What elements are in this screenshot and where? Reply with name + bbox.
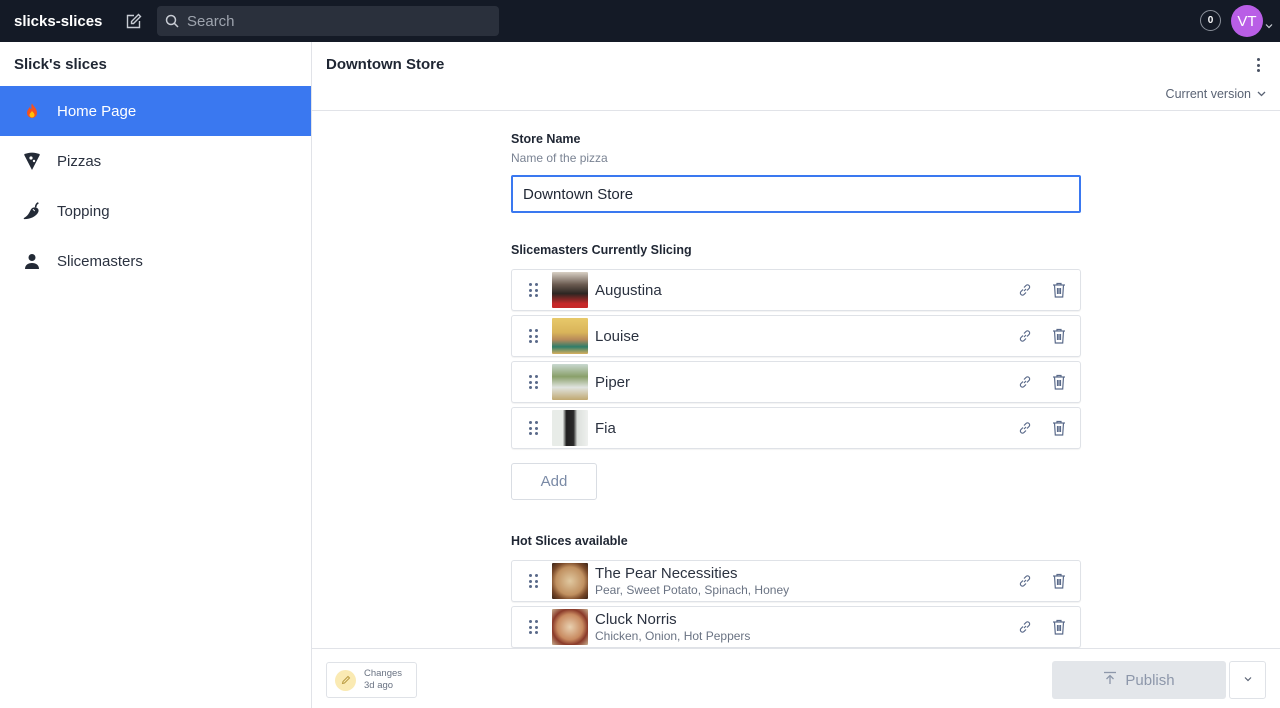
sidebar-title: Slick's slices [14,56,107,73]
document-header: Downtown Store Current version [312,42,1280,111]
drag-handle-icon[interactable] [529,620,539,634]
compose-icon[interactable] [124,12,142,30]
more-options-icon[interactable] [1252,56,1264,74]
trash-icon[interactable] [1050,281,1068,299]
link-icon[interactable] [1016,419,1034,437]
slicemaster-name: Louise [595,327,640,345]
list-item[interactable]: Louise [511,315,1081,357]
link-icon[interactable] [1016,327,1034,345]
changes-time: 3d ago [364,680,394,691]
fire-icon [22,101,42,121]
store-name-label: Store Name [511,132,581,146]
pizza-photo [552,563,588,599]
sidebar-item-pizzas[interactable]: Pizzas [0,136,311,186]
publish-button[interactable]: Publish [1052,661,1226,699]
link-icon[interactable] [1016,618,1034,636]
drag-handle-icon[interactable] [529,421,539,435]
document-pane: Downtown Store Current version Store Nam… [312,42,1280,708]
chevron-down-icon [1243,671,1253,689]
pizza-photo [552,609,588,645]
pepper-icon [22,201,42,221]
slicemaster-photo [552,364,588,400]
link-icon[interactable] [1016,373,1034,391]
sidebar-item-topping[interactable]: Topping [0,186,311,236]
slicemaster-photo [552,272,588,308]
search-icon [165,14,179,28]
chevron-down-icon [1257,87,1266,101]
pencil-icon [335,669,356,691]
list-item[interactable]: Augustina [511,269,1081,311]
link-icon[interactable] [1016,281,1034,299]
list-item[interactable]: Piper [511,361,1081,403]
publish-label: Publish [1125,671,1175,689]
list-item[interactable]: Fia [511,407,1081,449]
search-bar[interactable] [157,6,499,36]
publish-options-button[interactable] [1229,661,1266,699]
slicemaster-name: Fia [595,419,616,437]
document-form: Store Name Name of the pizza Slicemaster… [511,132,1081,652]
trash-icon[interactable] [1050,618,1068,636]
sidebar-item-slicemasters[interactable]: Slicemasters [0,236,311,286]
pizza-toppings: Pear, Sweet Potato, Spinach, Honey [595,583,790,597]
slicemasters-field: Slicemasters Currently Slicing Augustina [511,243,1081,500]
drag-handle-icon[interactable] [529,375,539,389]
trash-icon[interactable] [1050,327,1068,345]
store-name-input[interactable] [511,175,1081,213]
slicemaster-photo [552,318,588,354]
hot-slices-field: Hot Slices available The Pear Necessitie… [511,534,1081,648]
sidebar-item-label: Slicemasters [57,252,143,270]
chevron-down-icon[interactable] [1265,17,1273,29]
trash-icon[interactable] [1050,572,1068,590]
document-title: Downtown Store [326,56,445,73]
link-icon[interactable] [1016,572,1034,590]
document-footer: Changes 3d ago Publish [312,648,1280,708]
trash-icon[interactable] [1050,419,1068,437]
publish-icon [1103,671,1117,689]
top-bar: slicks-slices 0 VT [0,0,1280,42]
list-item[interactable]: The Pear Necessities Pear, Sweet Potato,… [511,560,1081,602]
changes-button[interactable]: Changes 3d ago [326,662,417,698]
slicemasters-label: Slicemasters Currently Slicing [511,243,692,257]
search-input[interactable] [187,12,487,30]
slicemaster-name: Augustina [595,281,662,299]
sidebar: Slick's slices Home Page Pizzas Topping … [0,42,312,708]
pizza-icon [22,151,42,171]
trash-icon[interactable] [1050,373,1068,391]
add-slicemaster-button[interactable]: Add [511,463,597,500]
version-label: Current version [1165,87,1251,101]
notification-badge[interactable]: 0 [1200,10,1221,31]
changes-label: Changes [364,668,403,679]
brand-title[interactable]: slicks-slices [14,13,114,30]
sidebar-item-label: Pizzas [57,152,102,170]
slicemasters-list: Augustina Louise Piper Fia [511,269,1081,449]
version-selector[interactable]: Current version [1166,87,1266,101]
list-item[interactable]: Cluck Norris Chicken, Onion, Hot Peppers [511,606,1081,648]
pizza-name: Cluck Norris [595,611,677,628]
sidebar-item-home-page[interactable]: Home Page [0,86,311,136]
store-name-description: Name of the pizza [511,151,608,165]
pizza-toppings: Chicken, Onion, Hot Peppers [595,629,751,643]
drag-handle-icon[interactable] [529,283,539,297]
slicemaster-photo [552,410,588,446]
drag-handle-icon[interactable] [529,329,539,343]
hot-slices-list: The Pear Necessities Pear, Sweet Potato,… [511,560,1081,648]
store-name-field: Store Name Name of the pizza [511,132,1081,213]
sidebar-item-label: Topping [57,202,110,220]
sidebar-item-label: Home Page [57,102,137,120]
person-icon [22,251,42,271]
pizza-name: The Pear Necessities [595,565,738,582]
slicemaster-name: Piper [595,373,631,391]
avatar[interactable]: VT [1231,5,1263,37]
drag-handle-icon[interactable] [529,574,539,588]
hot-slices-label: Hot Slices available [511,534,628,548]
